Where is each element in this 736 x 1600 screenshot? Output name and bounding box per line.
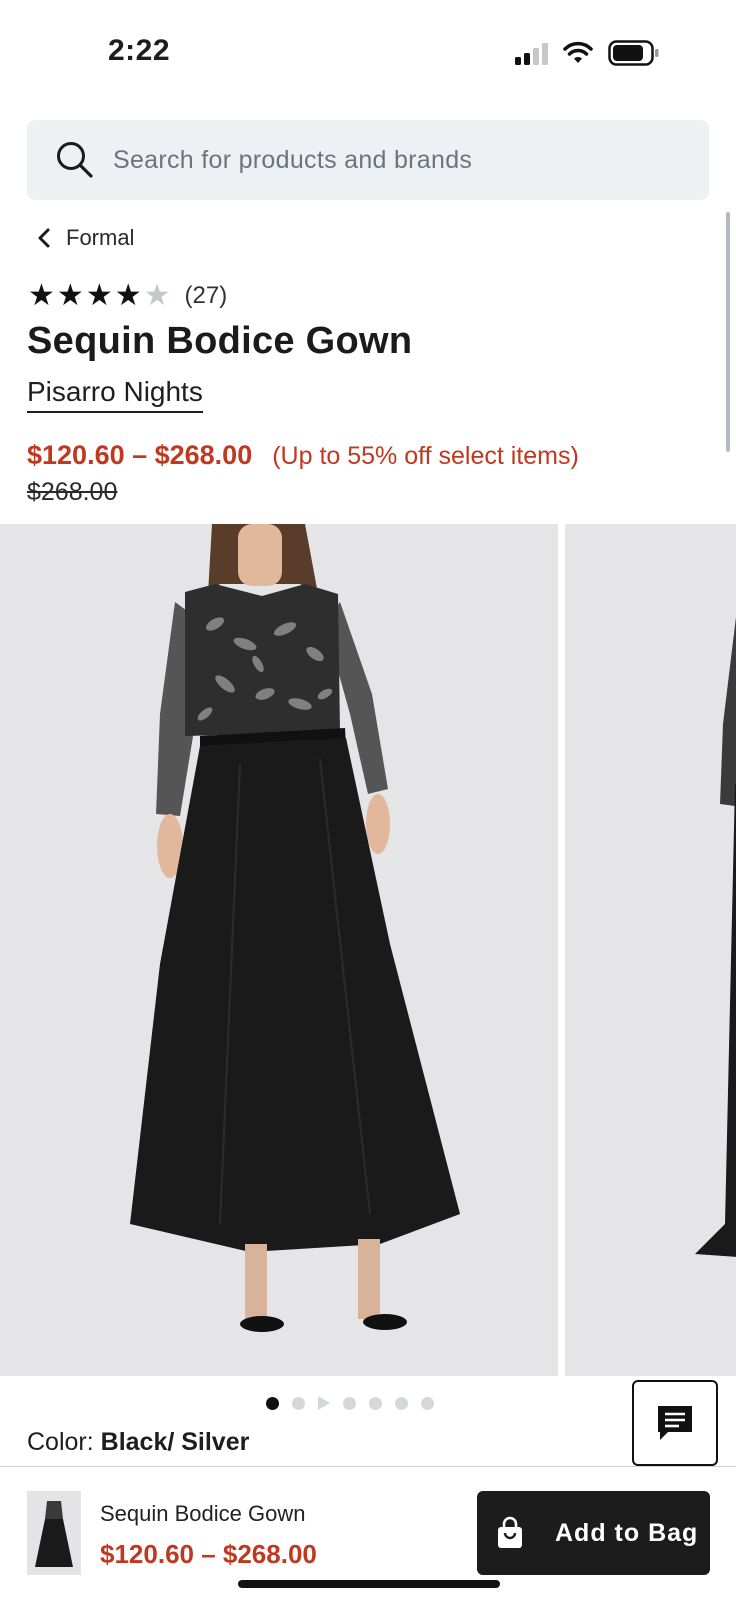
carousel-dot[interactable] [369,1396,382,1410]
chat-button[interactable] [632,1380,718,1466]
star-empty-icon: ★ [143,279,171,312]
product-image-next[interactable] [565,524,736,1376]
product-thumbnail [27,1491,81,1575]
selected-color: Color: Black/ Silver [27,1428,249,1457]
color-value: Black/ Silver [100,1428,250,1456]
product-image-main[interactable] [0,524,558,1376]
product-image-gallery[interactable] [0,524,736,1376]
bottom-price: $120.60 – $268.00 [100,1539,317,1569]
breadcrumb-label[interactable]: Formal [66,225,134,251]
carousel-dot[interactable] [343,1396,356,1410]
star-filled-icon: ★ [28,279,55,312]
brand-link[interactable]: Pisarro Nights [27,376,203,413]
review-count[interactable]: (27) [185,282,228,310]
status-bar: 2:22 [0,0,736,100]
add-to-bag-label[interactable]: Add to Bag [555,1519,698,1548]
gown-photo-partial [565,524,736,1376]
chevron-left-icon [38,228,50,248]
bottom-product-title: Sequin Bodice Gown [100,1501,306,1526]
chat-icon [658,1406,692,1440]
cellular-signal-icon [515,41,548,65]
price-row: $120.60 – $268.00 (Up to 55% off select … [27,440,579,471]
sale-price-range: $120.60 – $268.00 [27,440,253,470]
shopping-bag-icon [498,1516,522,1548]
carousel-video-icon[interactable] [318,1396,330,1410]
breadcrumb[interactable]: Formal [36,225,134,251]
scrollbar [726,212,730,452]
gown-photo [0,524,558,1376]
carousel-dot[interactable] [395,1396,408,1410]
product-rating[interactable]: ★ ★ ★ ★ ★ (27) [28,281,227,311]
original-price: $268.00 [27,478,118,506]
status-icons [515,40,660,66]
wifi-icon [563,41,593,63]
carousel-dot[interactable] [421,1396,434,1410]
rating-stars: ★ ★ ★ ★ ★ [28,281,171,311]
home-indicator[interactable] [238,1580,500,1588]
carousel-dot[interactable] [292,1396,305,1410]
star-filled-icon: ★ [85,279,113,312]
carousel-dots[interactable] [266,1396,434,1410]
status-time: 2:22 [108,34,171,67]
carousel-dot-active[interactable] [266,1396,279,1410]
add-to-bag-button[interactable]: Add to Bag [477,1491,710,1575]
star-filled-icon: ★ [56,279,84,312]
color-label: Color: [27,1428,94,1456]
promo-text: (Up to 55% off select items) [272,442,579,470]
search-input[interactable]: Search for products and brands [113,146,472,175]
battery-icon [608,40,659,66]
search-bar[interactable]: Search for products and brands [27,120,709,200]
product-title: Sequin Bodice Gown [27,320,413,362]
star-filled-icon: ★ [114,279,142,312]
search-icon [57,142,93,178]
